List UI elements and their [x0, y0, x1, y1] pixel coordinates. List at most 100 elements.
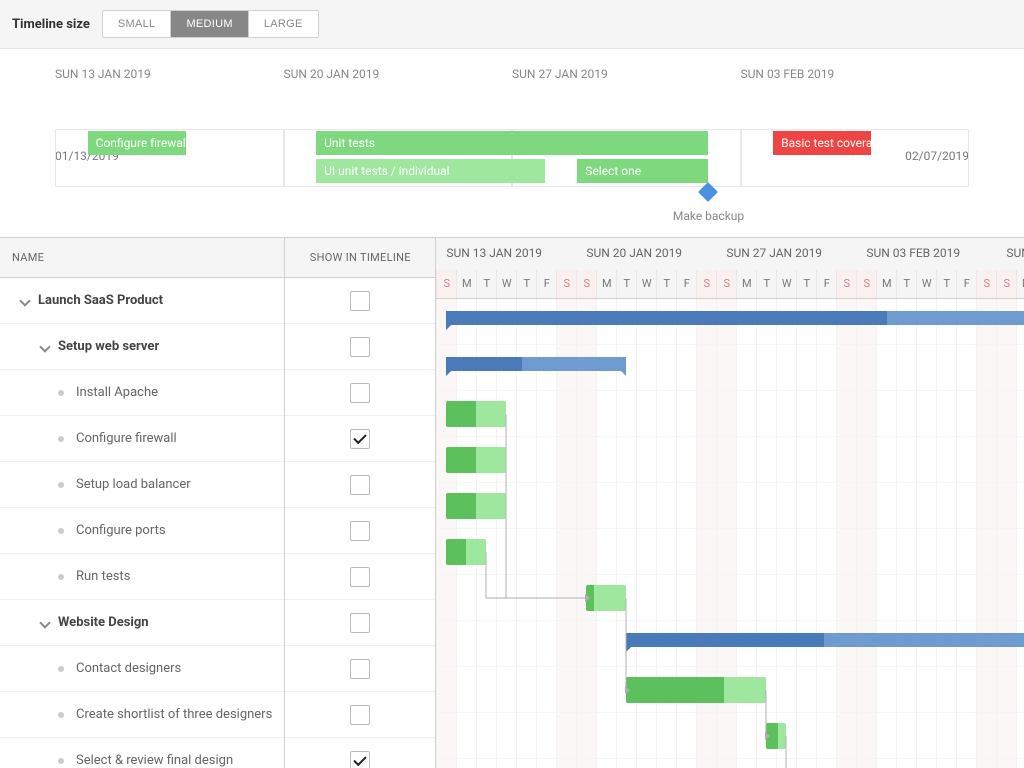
- toolbar: Timeline size SMALLMEDIUMLARGE: [0, 0, 1024, 49]
- show-cell: [285, 508, 435, 554]
- overview-week-label: SUN 03 FEB 2019: [741, 67, 835, 81]
- day-header: S: [716, 270, 736, 298]
- day-header: F: [676, 270, 696, 298]
- show-checkbox[interactable]: [350, 475, 370, 495]
- show-checkbox[interactable]: [350, 705, 370, 725]
- task-name: Contact designers: [76, 661, 181, 676]
- week-label: SUN 20 JAN 2019: [586, 246, 682, 260]
- show-cell: [285, 462, 435, 508]
- show-cell: [285, 738, 435, 768]
- show-cell: [285, 416, 435, 462]
- size-large[interactable]: LARGE: [249, 11, 318, 37]
- overview-bar[interactable]: UI unit tests / individual: [316, 159, 545, 183]
- timeline-body[interactable]: [436, 299, 1024, 768]
- day-header: S: [436, 270, 456, 298]
- size-segmented-control: SMALLMEDIUMLARGE: [102, 10, 319, 38]
- overview-panel: 01/13/2019 02/07/2019 SUN 13 JAN 2019SUN…: [0, 49, 1024, 237]
- show-checkbox[interactable]: [350, 337, 370, 357]
- task-bar[interactable]: [446, 447, 506, 473]
- task-name: Configure firewall: [76, 431, 177, 446]
- day-header: T: [796, 270, 816, 298]
- show-checkbox[interactable]: [350, 429, 370, 449]
- task-row[interactable]: Select & review final design: [0, 738, 284, 768]
- task-name: Launch SaaS Product: [38, 293, 163, 308]
- week-label: SUN 03 FEB 2019: [866, 246, 960, 260]
- overview-bar[interactable]: Configure firewall: [88, 131, 186, 155]
- show-cell: [285, 554, 435, 600]
- show-checkbox[interactable]: [350, 383, 370, 403]
- day-header: T: [616, 270, 636, 298]
- task-row[interactable]: Website Design: [0, 600, 284, 646]
- task-name: Setup load balancer: [76, 477, 191, 492]
- milestone-label: Make backup: [673, 209, 744, 223]
- show-checkbox[interactable]: [350, 613, 370, 633]
- bullet-icon: [58, 712, 64, 718]
- size-small[interactable]: SMALL: [103, 11, 172, 37]
- day-header: F: [816, 270, 836, 298]
- show-cell: [285, 370, 435, 416]
- task-bar[interactable]: [446, 493, 506, 519]
- day-header: T: [896, 270, 916, 298]
- task-bar[interactable]: [626, 677, 766, 703]
- summary-bar[interactable]: [626, 633, 1024, 647]
- overview-bar[interactable]: Basic test coverage: [773, 131, 871, 155]
- show-checkbox[interactable]: [350, 659, 370, 679]
- day-header: S: [856, 270, 876, 298]
- week-label: SUN 27 JAN 2019: [726, 246, 822, 260]
- task-row[interactable]: Contact designers: [0, 646, 284, 692]
- task-bar[interactable]: [446, 401, 506, 427]
- day-header: T: [516, 270, 536, 298]
- overview-bar[interactable]: Select one: [577, 159, 708, 183]
- week-label: SUN 10 FEB 2019: [1006, 246, 1024, 260]
- show-checkbox[interactable]: [350, 291, 370, 311]
- day-header: W: [496, 270, 516, 298]
- task-bar[interactable]: [446, 539, 486, 565]
- show-header: SHOW IN TIMELINE: [285, 238, 435, 278]
- day-header: M: [596, 270, 616, 298]
- day-header: W: [776, 270, 796, 298]
- timeline-column[interactable]: SUN 13 JAN 2019 SUN 20 JAN 2019 SUN 27 JAN…: [436, 238, 1024, 768]
- bullet-icon: [58, 758, 64, 764]
- overview-bar[interactable]: Unit tests: [316, 131, 708, 155]
- day-header: F: [956, 270, 976, 298]
- show-column: SHOW IN TIMELINE: [285, 238, 436, 768]
- bullet-icon: [58, 574, 64, 580]
- task-row[interactable]: Configure ports: [0, 508, 284, 554]
- show-checkbox[interactable]: [350, 751, 370, 768]
- day-header: S: [996, 270, 1016, 298]
- show-cell: [285, 278, 435, 324]
- task-row[interactable]: Setup web server: [0, 324, 284, 370]
- day-header: M: [456, 270, 476, 298]
- day-header: S: [556, 270, 576, 298]
- task-row[interactable]: Install Apache: [0, 370, 284, 416]
- chevron-down-icon[interactable]: [18, 294, 32, 308]
- day-header: T: [756, 270, 776, 298]
- day-header: T: [656, 270, 676, 298]
- task-name: Create shortlist of three designers: [76, 707, 272, 722]
- bullet-icon: [58, 528, 64, 534]
- task-row[interactable]: Launch SaaS Product: [0, 278, 284, 324]
- task-name: Configure ports: [76, 523, 166, 538]
- task-row[interactable]: Configure firewall: [0, 416, 284, 462]
- bullet-icon: [58, 666, 64, 672]
- summary-bar[interactable]: [446, 311, 1024, 325]
- task-name: Website Design: [58, 615, 149, 630]
- summary-bar[interactable]: [446, 357, 626, 371]
- task-row[interactable]: Run tests: [0, 554, 284, 600]
- chevron-down-icon[interactable]: [38, 616, 52, 630]
- show-checkbox[interactable]: [350, 521, 370, 541]
- size-medium[interactable]: MEDIUM: [171, 11, 248, 37]
- task-row[interactable]: Setup load balancer: [0, 462, 284, 508]
- show-cell: [285, 324, 435, 370]
- day-header: M: [1016, 270, 1024, 298]
- show-checkbox[interactable]: [350, 567, 370, 587]
- bullet-icon: [58, 436, 64, 442]
- task-name: Run tests: [76, 569, 130, 584]
- task-row[interactable]: Create shortlist of three designers: [0, 692, 284, 738]
- day-header: T: [936, 270, 956, 298]
- week-label: SUN 13 JAN 2019: [446, 246, 542, 260]
- name-column: NAME Launch SaaS ProductSetup web server…: [0, 238, 285, 768]
- task-name: Select & review final design: [76, 753, 233, 768]
- gantt-grid: NAME Launch SaaS ProductSetup web server…: [0, 237, 1024, 768]
- chevron-down-icon[interactable]: [38, 340, 52, 354]
